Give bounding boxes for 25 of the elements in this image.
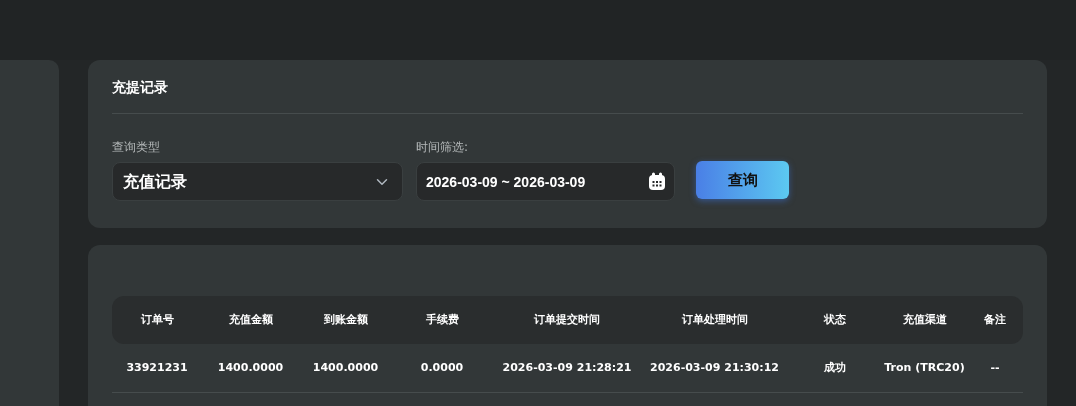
- table-cell: 1400.0000: [299, 344, 392, 393]
- column-header: 订单提交时间: [492, 296, 642, 344]
- calendar-icon[interactable]: [648, 172, 666, 191]
- card-title: 充提记录: [112, 60, 1023, 114]
- table-cell: 2026-03-09 21:28:21: [492, 344, 642, 393]
- table-cell: Tron (TRC20): [882, 344, 967, 393]
- query-button[interactable]: 查询: [696, 161, 789, 199]
- table-cell: --: [967, 344, 1023, 393]
- table-cell: 0.0000: [392, 344, 492, 393]
- column-header: 备注: [967, 296, 1023, 344]
- table-cell: 2026-03-09 21:30:12: [642, 344, 787, 393]
- column-header: 充值渠道: [882, 296, 967, 344]
- type-select[interactable]: 充值记录: [112, 162, 403, 201]
- field-label: 时间筛选:: [416, 139, 469, 156]
- column-header: 到账金额: [299, 296, 392, 344]
- column-header: 订单处理时间: [642, 296, 787, 344]
- column-header: 手续费: [392, 296, 492, 344]
- column-header: 订单号: [112, 296, 202, 344]
- table-cell: 成功: [787, 344, 882, 393]
- table-cell: 33921231: [112, 344, 202, 393]
- column-header: 充值金额: [202, 296, 299, 344]
- column-header: 状态: [787, 296, 882, 344]
- table-cell: 1400.0000: [202, 344, 299, 393]
- date-range-field[interactable]: 2026-03-09 ~ 2026-03-09: [416, 162, 675, 201]
- field-label: 查询类型: [112, 139, 160, 156]
